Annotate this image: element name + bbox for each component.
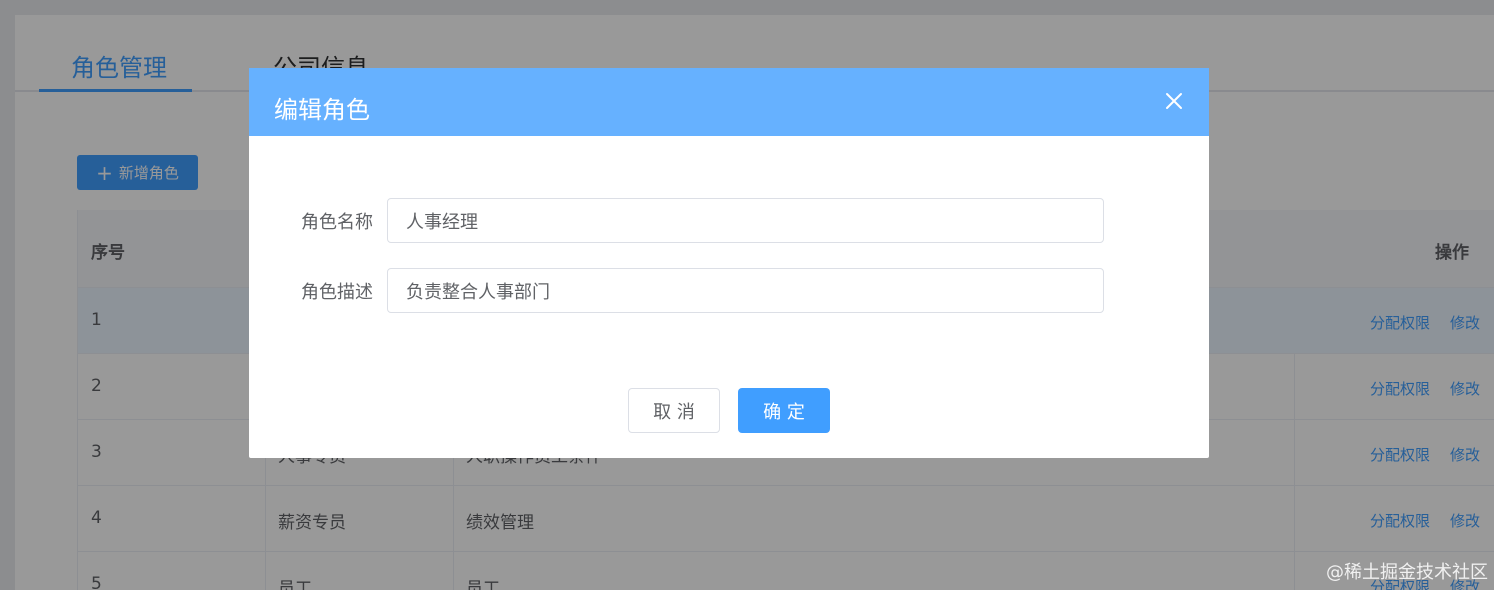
watermark: @稀土掘金技术社区 (1326, 562, 1488, 583)
role-desc-label: 角色描述 (301, 282, 373, 303)
role-desc-input[interactable] (387, 268, 1104, 313)
confirm-button[interactable]: 确 定 (738, 388, 830, 433)
role-name-label: 角色名称 (301, 212, 373, 233)
dialog-title: 编辑角色 (274, 96, 370, 124)
close-icon[interactable] (1165, 92, 1183, 110)
dialog-header: 编辑角色 (249, 68, 1209, 136)
cancel-button[interactable]: 取 消 (628, 388, 720, 433)
role-name-input[interactable] (387, 198, 1104, 243)
edit-role-dialog: 编辑角色 角色名称 角色描述 取 消 确 定 (249, 68, 1209, 458)
